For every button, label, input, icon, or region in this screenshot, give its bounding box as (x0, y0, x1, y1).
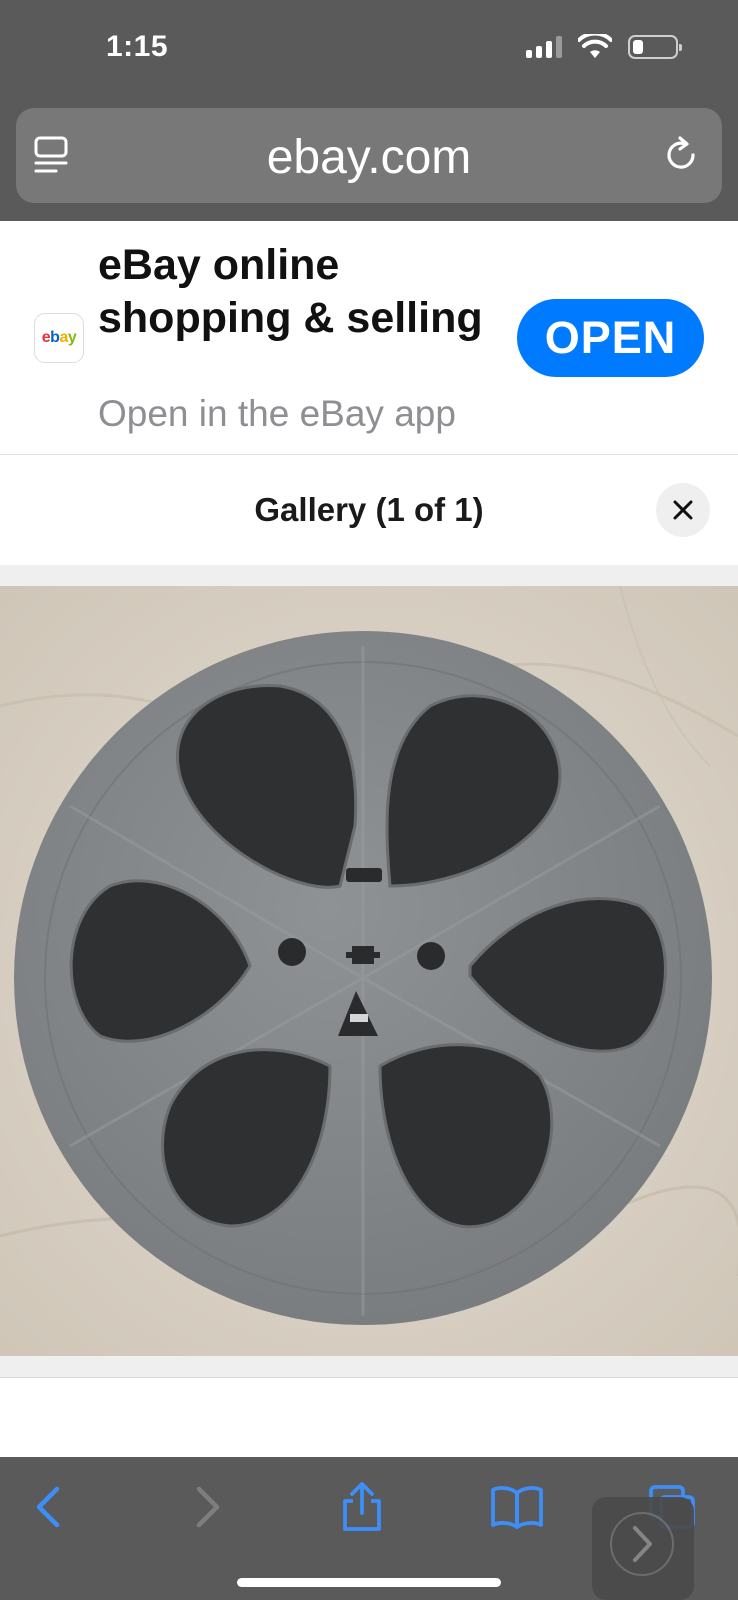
back-arrow-icon (36, 1486, 60, 1528)
gallery-title: Gallery (1 of 1) (254, 491, 484, 528)
gallery-top-divider (0, 565, 738, 586)
browser-top-bar: 1:15 ebay.com (0, 0, 738, 221)
film-reel-image (0, 586, 738, 1356)
share-button[interactable] (330, 1475, 394, 1539)
address-bar[interactable]: ebay.com (16, 108, 722, 203)
product-image[interactable] (0, 586, 738, 1356)
status-icons (526, 34, 682, 60)
assistive-touch-ring (610, 1512, 674, 1576)
assistive-touch-button[interactable] (592, 1497, 694, 1600)
app-banner: ebay eBay online shopping & selling Open… (0, 221, 738, 455)
chevron-right-icon (633, 1526, 652, 1562)
url-domain: ebay.com (266, 131, 472, 184)
wifi-icon (578, 34, 612, 58)
ebay-app-icon: ebay (34, 313, 84, 363)
gallery-bottom-divider (0, 1356, 738, 1378)
back-button[interactable] (16, 1475, 80, 1539)
open-app-button[interactable]: OPEN (517, 299, 704, 377)
gallery-header: Gallery (1 of 1) (0, 455, 738, 565)
app-banner-title: eBay online shopping & selling (98, 241, 483, 342)
battery-icon (628, 35, 682, 59)
cellular-signal-icon (526, 36, 562, 58)
browser-toolbar (0, 1457, 738, 1600)
app-banner-subtitle: Open in the eBay app (98, 393, 456, 434)
reload-icon[interactable] (662, 136, 700, 174)
close-icon (673, 500, 693, 520)
bookmarks-icon (491, 1486, 543, 1529)
forward-arrow-icon (196, 1486, 220, 1528)
status-time: 1:15 (106, 30, 169, 63)
ebay-logo: ebay (41, 329, 77, 346)
bookmarks-button[interactable] (485, 1475, 549, 1539)
home-indicator[interactable] (237, 1578, 501, 1587)
close-gallery-button[interactable] (656, 483, 710, 537)
forward-button[interactable] (176, 1475, 240, 1539)
share-icon (343, 1482, 381, 1531)
